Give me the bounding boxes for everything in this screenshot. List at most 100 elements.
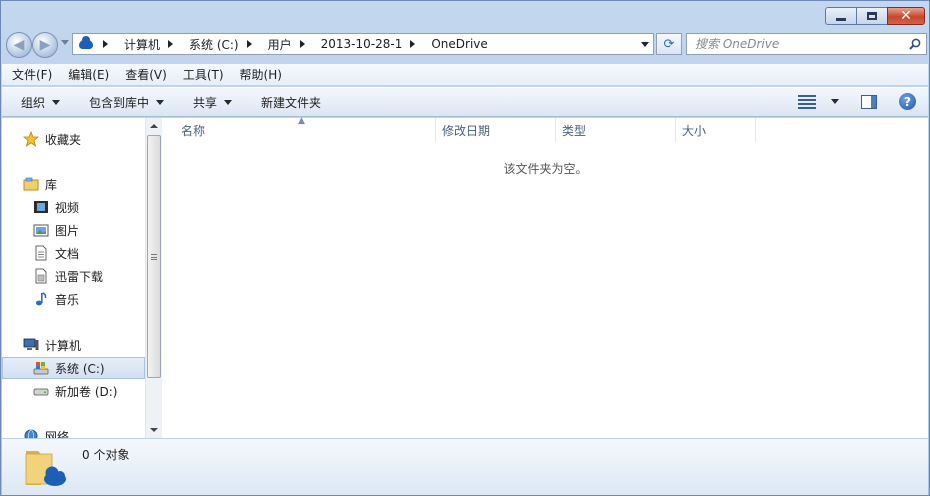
breadcrumb-separator[interactable] (410, 40, 423, 48)
tree-item-library[interactable]: 库 (2, 173, 145, 195)
grip-icon (151, 253, 157, 260)
empty-folder-message: 该文件夹为空。 (503, 162, 588, 176)
tree-item-computer[interactable]: 计算机 (2, 334, 145, 356)
chevron-down-icon (156, 99, 165, 105)
tree-item-label: 音乐 (55, 292, 80, 307)
menu-bar: 文件(F) 编辑(E) 查看(V) 工具(T) 帮助(H) (2, 63, 928, 85)
close-button[interactable]: ✕ (887, 7, 925, 25)
window-controls: ✕ (825, 7, 925, 25)
details-pane: 0 个对象 (2, 438, 928, 495)
view-options-dropdown[interactable] (831, 99, 839, 104)
organize-button[interactable]: 组织 (2, 94, 70, 111)
download-folder-icon (35, 268, 47, 284)
back-button[interactable]: ◀ (6, 32, 32, 58)
library-icon (23, 177, 39, 191)
breadcrumb-item[interactable]: 系统 (C:) (189, 36, 239, 53)
document-icon (35, 245, 47, 261)
menu-help[interactable]: 帮助(H) (230, 66, 288, 83)
refresh-button[interactable]: ⟳ (656, 33, 682, 55)
chevron-down-icon (52, 99, 61, 105)
new-folder-button[interactable]: 新建文件夹 (242, 94, 331, 111)
search-input[interactable] (695, 37, 895, 51)
onedrive-folder-icon (25, 451, 66, 486)
chevron-right-icon (410, 40, 416, 48)
chevron-right-icon (103, 40, 108, 48)
tree-item-favorites[interactable]: 收藏夹 (2, 128, 145, 150)
tree-item-videos[interactable]: 视频 (2, 196, 145, 218)
chevron-down-icon (224, 99, 233, 105)
preview-pane-icon[interactable] (861, 94, 877, 109)
menu-edit[interactable]: 编辑(E) (58, 66, 115, 83)
help-icon[interactable]: ? (899, 93, 916, 110)
share-label: 共享 (193, 95, 218, 110)
tree-item-music[interactable]: 音乐 (2, 288, 145, 310)
onedrive-icon (79, 35, 93, 49)
main-area: 收藏夹 库 视频 图片 文档 迅雷下载 音乐 计算机 系统 (C:) 新加卷 (… (2, 116, 928, 438)
navigation-scrollbar[interactable] (145, 118, 162, 438)
column-header-size[interactable]: 大小 (676, 118, 756, 142)
close-icon: ✕ (900, 8, 912, 24)
back-arrow-icon: ◀ (13, 37, 25, 53)
search-box (686, 33, 927, 55)
tree-item-label: 图片 (55, 223, 80, 238)
breadcrumb-root-arrow[interactable] (103, 40, 116, 48)
breadcrumb-separator[interactable] (246, 40, 260, 48)
tree-item-label: 文档 (55, 246, 80, 261)
include-in-library-label: 包含到库中 (89, 95, 150, 110)
column-header-modified[interactable]: 修改日期 (436, 118, 556, 142)
search-icon[interactable] (909, 38, 921, 50)
scroll-thumb[interactable] (147, 135, 161, 378)
navigation-bar: ◀ ▶ 计算机 系统 (C:) 用户 2013-10-28-1 OneDrive… (4, 31, 928, 58)
organize-label: 组织 (21, 95, 46, 110)
explorer-window: ✕ ◀ ▶ 计算机 系统 (C:) 用户 2013-10-28-1 OneDri… (0, 0, 930, 496)
recent-pages-dropdown[interactable] (61, 40, 69, 45)
column-header-name[interactable]: 名称 (175, 118, 436, 142)
arrow-up-icon (150, 124, 158, 128)
minimize-button[interactable] (825, 7, 857, 25)
tree-item-thunder-downloads[interactable]: 迅雷下载 (2, 265, 145, 287)
tree-item-documents[interactable]: 文档 (2, 242, 145, 264)
breadcrumb-item[interactable]: OneDrive (431, 37, 487, 51)
tree-item-drive-c[interactable]: 系统 (C:) (2, 357, 145, 379)
music-icon (36, 292, 47, 306)
breadcrumb-label: 系统 (C:) (189, 37, 239, 52)
chevron-right-icon (299, 40, 305, 48)
command-bar: 组织 包含到库中 共享 新建文件夹 ? (2, 87, 928, 117)
minimize-icon (836, 17, 846, 21)
breadcrumb-label: 用户 (267, 37, 292, 52)
breadcrumb-separator[interactable] (168, 40, 181, 48)
computer-icon (23, 338, 39, 350)
system-drive-icon (33, 362, 49, 375)
scroll-down-button[interactable] (146, 422, 162, 438)
scroll-up-button[interactable] (146, 118, 162, 134)
arrow-down-icon (150, 428, 158, 432)
tree-item-label: 网络 (45, 429, 70, 439)
breadcrumb-item[interactable]: 计算机 (124, 36, 160, 53)
breadcrumb-label: OneDrive (431, 37, 488, 51)
menu-tools[interactable]: 工具(T) (173, 66, 230, 83)
tree-item-drive-d[interactable]: 新加卷 (D:) (2, 380, 145, 402)
share-button[interactable]: 共享 (174, 94, 242, 111)
menu-file[interactable]: 文件(F) (2, 66, 58, 83)
forward-button[interactable]: ▶ (32, 32, 58, 58)
breadcrumb-separator[interactable] (299, 40, 313, 48)
breadcrumb-item[interactable]: 用户 (268, 36, 292, 53)
column-header-type[interactable]: 类型 (556, 118, 676, 142)
file-list: ▲ 名称 修改日期 类型 大小 该文件夹为空。 (163, 116, 928, 438)
tree-item-label: 视频 (55, 200, 80, 215)
menu-view[interactable]: 查看(V) (115, 66, 173, 83)
breadcrumb-label: 2013-10-28-1 (320, 37, 403, 51)
item-count-status: 0 个对象 (82, 448, 130, 462)
navigation-pane: 收藏夹 库 视频 图片 文档 迅雷下载 音乐 计算机 系统 (C:) 新加卷 (… (2, 118, 145, 438)
include-in-library-button[interactable]: 包含到库中 (70, 94, 174, 111)
breadcrumb-item[interactable]: 2013-10-28-1 (321, 37, 403, 51)
maximize-button[interactable] (856, 7, 888, 25)
refresh-icon: ⟳ (663, 36, 675, 52)
view-controls: ? (798, 93, 916, 110)
address-history-dropdown[interactable] (641, 42, 649, 47)
tree-item-network[interactable]: 网络 (2, 425, 145, 438)
address-bar[interactable]: 计算机 系统 (C:) 用户 2013-10-28-1 OneDrive (72, 33, 654, 55)
forward-arrow-icon: ▶ (39, 37, 51, 53)
change-view-icon[interactable] (798, 94, 816, 109)
tree-item-pictures[interactable]: 图片 (2, 219, 145, 241)
